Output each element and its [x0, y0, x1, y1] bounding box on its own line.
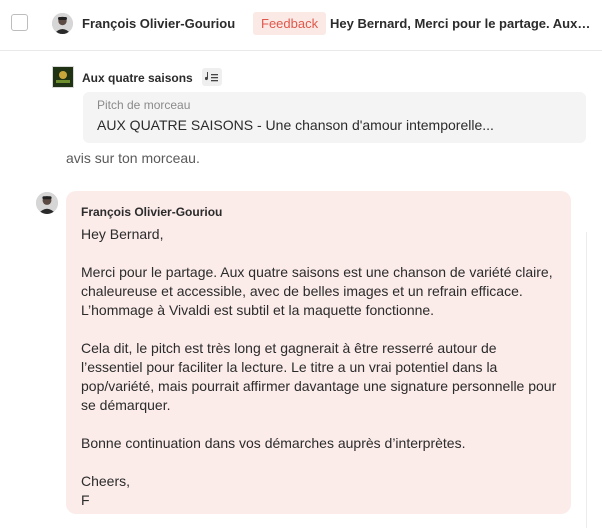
pitch-label: Pitch de morceau — [97, 98, 191, 112]
song-title[interactable]: Aux quatre saisons — [82, 71, 193, 85]
conversation-row[interactable]: François Olivier-Gouriou Feedback Hey Be… — [0, 0, 602, 51]
right-panel-edge — [586, 232, 602, 528]
avatar — [36, 192, 58, 214]
song-cover-image[interactable] — [52, 66, 74, 88]
select-checkbox[interactable] — [11, 14, 28, 31]
playlist-music-icon[interactable] — [202, 68, 222, 86]
previous-message-tail: avis sur ton morceau. — [66, 150, 200, 166]
feedback-badge: Feedback — [253, 12, 327, 35]
message-paragraph: Cela dit, le pitch est très long et gagn… — [81, 340, 557, 413]
sender-name: François Olivier-Gouriou — [82, 16, 236, 31]
pitch-text: AUX QUATRE SAISONS - Une chanson d'amour… — [97, 117, 494, 133]
message-paragraph: Merci pour le partage. Aux quatre saison… — [81, 264, 553, 318]
message-signoff: Cheers, — [81, 473, 131, 489]
message-greeting: Hey Bernard, — [81, 226, 164, 242]
feedback-message: François Olivier-Gouriou Hey Bernard, Me… — [66, 191, 571, 514]
message-signature: F — [81, 492, 90, 508]
song-pitch-card[interactable]: Pitch de morceau AUX QUATRE SAISONS - Un… — [83, 92, 586, 143]
message-paragraph: Bonne continuation dans vos démarches au… — [81, 435, 466, 451]
message-author: François Olivier-Gouriou — [81, 205, 223, 219]
message-preview: Hey Bernard, Merci pour le partage. Aux … — [330, 16, 592, 31]
message-body: Hey Bernard, Merci pour le partage. Aux … — [81, 225, 561, 510]
avatar — [52, 13, 73, 34]
